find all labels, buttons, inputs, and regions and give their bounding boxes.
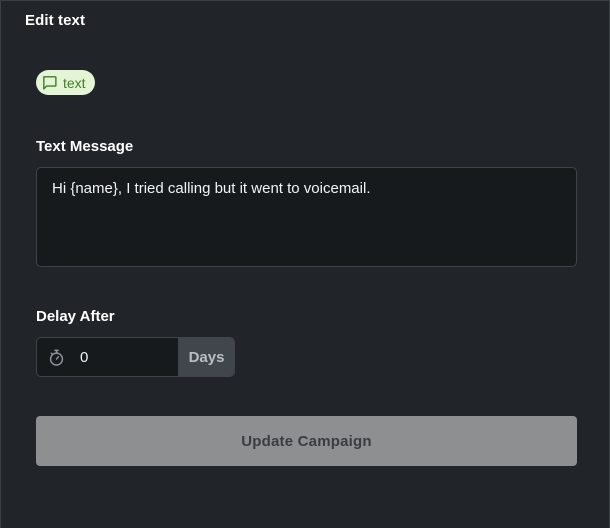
panel-title: Edit text <box>25 12 86 29</box>
edit-text-panel: Edit text text Text Message Hi {name}, I… <box>0 0 610 528</box>
text-message-input[interactable]: Hi {name}, I tried calling but it went t… <box>36 167 577 267</box>
step-type-badge: text <box>36 70 95 95</box>
delay-value-input[interactable] <box>75 338 178 376</box>
text-message-label: Text Message <box>36 138 134 155</box>
badge-label: text <box>63 74 86 91</box>
delay-unit-label: Days <box>178 338 234 376</box>
stopwatch-icon <box>37 338 75 376</box>
delay-after-label: Delay After <box>36 308 115 325</box>
chat-bubble-icon <box>41 74 58 91</box>
delay-input-group: Days <box>36 337 235 377</box>
update-campaign-button[interactable]: Update Campaign <box>36 416 577 466</box>
